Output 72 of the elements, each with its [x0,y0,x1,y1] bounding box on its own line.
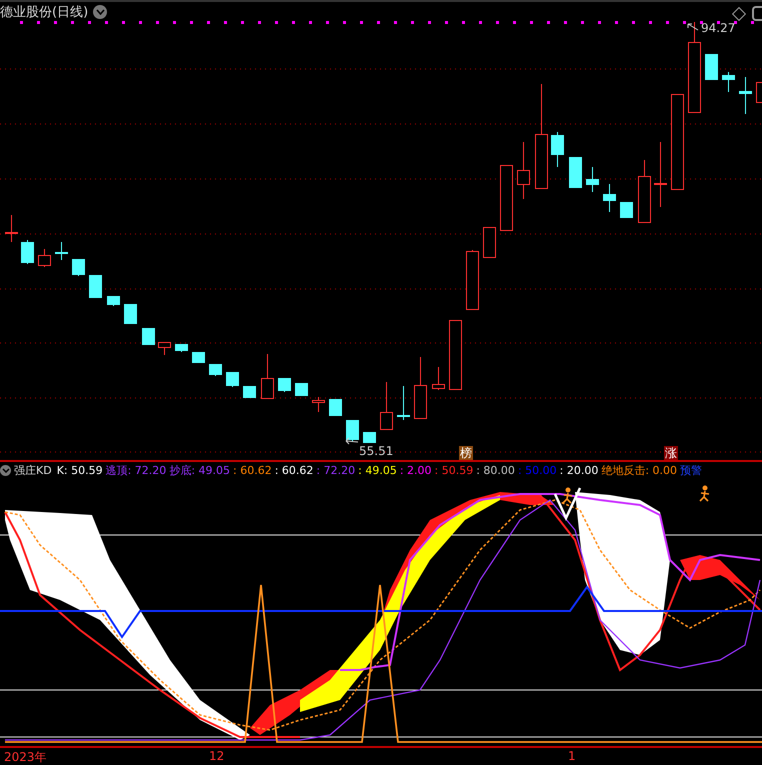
candlestick [397,386,410,420]
axis-label: 1 [568,749,576,763]
high-price-label: 94.27 [701,21,736,35]
candlestick [72,258,85,276]
candlestick [226,372,239,388]
candlestick [124,304,137,324]
indicator-value: 抄底: 49.05 [169,462,230,478]
signal-badge: 涨 [664,446,678,460]
candlestick [209,364,222,376]
chart-title: 德业股份(日线) [0,4,88,21]
candlestick [295,382,308,396]
candlestick [175,344,188,352]
candlestick [449,320,462,390]
indicator-value: : 20.00 [560,464,598,476]
candlestick [432,366,445,390]
candlestick [414,356,427,419]
candlestick [569,156,582,188]
candlestick [483,226,496,258]
candlestick [312,396,325,412]
candlestick [705,54,718,80]
candlestick [158,342,171,356]
candlestick [329,398,342,416]
indicator-value: : 80.00 [476,464,515,476]
candlestick [346,420,359,442]
candlestick [363,432,376,444]
indicator-value: 预警 [680,462,702,478]
candlestick [603,184,616,212]
indicator-value: : 50.59 [434,464,474,476]
indicator-value: : 60.62 [233,464,272,476]
axis-label: 12 [209,749,224,763]
candlestick [261,354,274,399]
indicator-value: : 2.00 [400,464,432,476]
indicator-value: 逃顶: 72.20 [106,462,166,478]
candlestick [243,386,256,398]
indicator-name: 强庄KD [14,462,52,478]
candlestick [551,132,564,168]
indicator-value: : 60.62 [274,464,314,476]
candlestick [517,142,530,200]
candlestick [739,76,752,114]
pointer-arrow-icon [346,438,358,444]
indicator-value: 绝地反击: 0.00 [601,462,678,478]
indicator-value: K: 50.59 [56,464,103,476]
dropdown-icon[interactable] [0,464,11,476]
candlestick [586,166,599,192]
candlestick [722,72,735,92]
candlestick [21,240,34,264]
axis-label: 2023年 [4,749,47,765]
indicator-value: : 72.20 [316,464,356,476]
toggle-icon[interactable] [752,6,762,21]
candlestick [278,378,291,392]
candlestick [380,382,393,430]
signal-badge: 榜 [459,446,473,460]
pointer-arrow-icon [688,24,698,30]
candlestick [5,214,18,242]
runner-icon [562,488,573,504]
low-price-label: 55.51 [359,445,394,457]
dropdown-icon[interactable] [93,5,108,19]
candlestick [756,82,762,103]
indicator-value: : 49.05 [358,464,397,476]
indicator-value: : 50.00 [518,464,557,476]
candlestick [107,296,120,306]
candlestick [142,328,155,346]
candlestick [38,248,51,268]
candlestick [89,274,102,298]
candlestick [620,202,633,218]
candlestick [55,242,68,260]
candlestick [654,142,667,208]
runner-icon [699,486,710,502]
candlestick [500,164,513,231]
candlestick [638,160,651,223]
candlestick [192,352,205,364]
candlestick [466,250,479,310]
